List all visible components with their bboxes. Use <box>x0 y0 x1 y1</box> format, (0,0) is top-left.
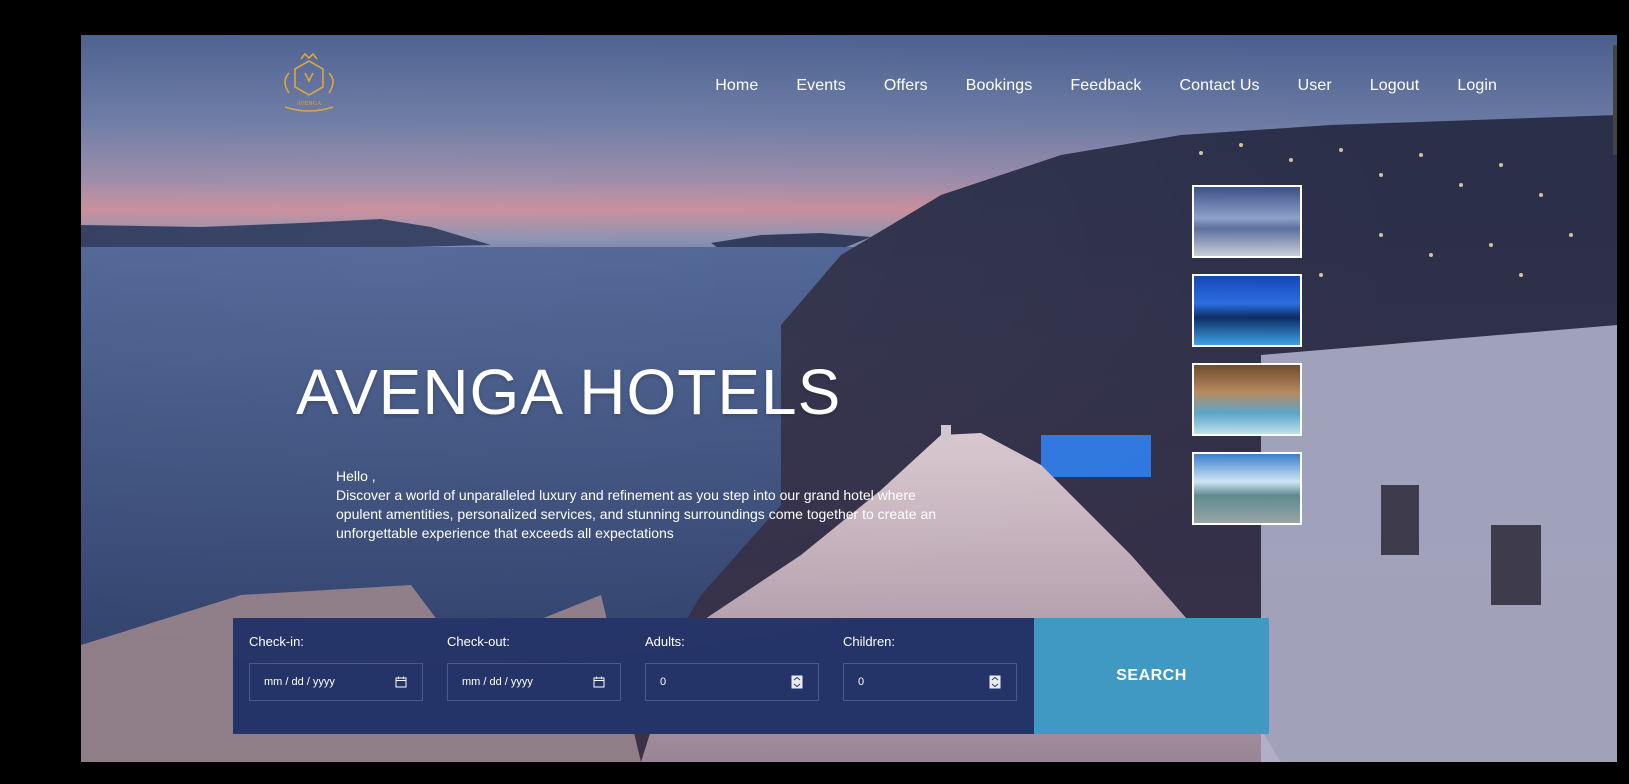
nav-bookings[interactable]: Bookings <box>966 77 1033 95</box>
booking-bar: Check-in: mm / dd / yyyy Check-out: mm /… <box>233 618 1269 734</box>
checkout-placeholder: mm / dd / yyyy <box>462 676 533 688</box>
stepper-icon[interactable] <box>790 675 804 689</box>
checkin-input[interactable]: mm / dd / yyyy <box>249 663 423 701</box>
hotel-logo[interactable]: AVENGA <box>271 51 347 121</box>
calendar-icon[interactable] <box>592 675 606 689</box>
nav-offers[interactable]: Offers <box>884 77 928 95</box>
adults-input[interactable]: 0 <box>645 663 819 701</box>
adults-value: 0 <box>660 676 667 688</box>
adults-label: Adults: <box>645 634 685 649</box>
thumbnail-pool-deck[interactable] <box>1192 363 1302 436</box>
thumbnail-sunset-terrace[interactable] <box>1192 185 1302 258</box>
scrollbar[interactable] <box>1613 45 1617 155</box>
children-value: 0 <box>858 676 865 688</box>
svg-text:AVENGA: AVENGA <box>297 101 322 107</box>
hero-title: AVENGA HOTELS <box>296 356 842 428</box>
nav-user[interactable]: User <box>1298 77 1332 95</box>
checkin-field: Check-in: mm / dd / yyyy <box>249 634 423 734</box>
main-nav: Home Events Offers Bookings Feedback Con… <box>715 77 1497 95</box>
nav-logout[interactable]: Logout <box>1370 77 1420 95</box>
children-label: Children: <box>843 634 896 649</box>
thumbnail-night-pool[interactable] <box>1192 274 1302 347</box>
hero-greeting: Hello , <box>336 468 376 484</box>
nav-contact-us[interactable]: Contact Us <box>1179 77 1259 95</box>
nav-feedback[interactable]: Feedback <box>1070 77 1141 95</box>
booking-fields: Check-in: mm / dd / yyyy Check-out: mm /… <box>233 618 1034 734</box>
nav-login[interactable]: Login <box>1457 77 1497 95</box>
checkin-placeholder: mm / dd / yyyy <box>264 676 335 688</box>
gallery-thumbnails <box>1192 185 1302 525</box>
hero-description: Discover a world of unparalleled luxury … <box>336 487 937 541</box>
hero-text: Hello , Discover a world of unparalleled… <box>336 467 956 543</box>
search-button[interactable]: SEARCH <box>1034 618 1269 734</box>
checkout-input[interactable]: mm / dd / yyyy <box>447 663 621 701</box>
children-field: Children: 0 <box>843 634 1017 734</box>
children-input[interactable]: 0 <box>843 663 1017 701</box>
checkout-field: Check-out: mm / dd / yyyy <box>447 634 621 734</box>
nav-events[interactable]: Events <box>796 77 846 95</box>
page-frame: AVENGA Home Events Offers Bookings Feedb… <box>81 35 1617 762</box>
calendar-icon[interactable] <box>394 675 408 689</box>
nav-home[interactable]: Home <box>715 77 758 95</box>
thumbnail-cruise-deck[interactable] <box>1192 452 1302 525</box>
stepper-icon[interactable] <box>988 675 1002 689</box>
adults-field: Adults: 0 <box>645 634 819 734</box>
checkout-label: Check-out: <box>447 634 510 649</box>
checkin-label: Check-in: <box>249 634 304 649</box>
